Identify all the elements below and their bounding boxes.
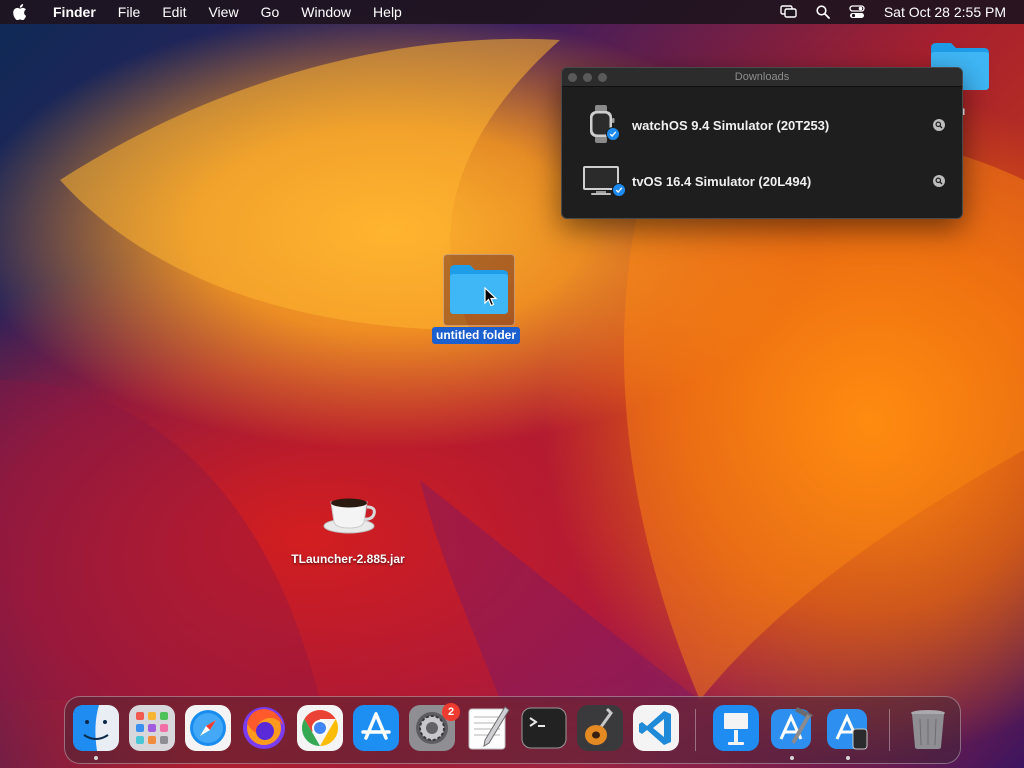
notification-badge: 2	[442, 703, 460, 721]
tlauncher-jar-file[interactable]	[322, 492, 378, 542]
menu-app-name[interactable]: Finder	[40, 0, 107, 24]
dock-separator	[889, 709, 890, 751]
app-store-icon	[353, 705, 399, 751]
show-in-finder-icon[interactable]	[933, 175, 945, 187]
spotlight-search-icon[interactable]	[806, 5, 840, 19]
menu-clock[interactable]: Sat Oct 28 2:55 PM	[874, 4, 1006, 20]
dock-app-store[interactable]	[353, 705, 399, 751]
apple-tv-icon	[582, 161, 626, 201]
download-item-watchos[interactable]: watchOS 9.4 Simulator (20T253)	[562, 102, 962, 148]
completed-check-icon	[606, 127, 620, 141]
dock-simulator[interactable]	[825, 705, 871, 751]
simulator-icon	[827, 709, 868, 750]
show-in-finder-icon[interactable]	[933, 119, 945, 131]
menu-window[interactable]: Window	[290, 0, 362, 24]
download-item-name: tvOS 16.4 Simulator (20L494)	[632, 173, 812, 189]
vscode-icon	[633, 705, 679, 751]
downloads-titlebar[interactable]: Downloads	[562, 68, 962, 87]
trash-icon	[911, 710, 945, 749]
keynote-icon	[713, 705, 759, 751]
launchpad-icon	[129, 705, 175, 751]
download-item-name: watchOS 9.4 Simulator (20T253)	[632, 117, 830, 133]
folder-icon	[450, 265, 508, 314]
untitled-folder-label[interactable]: untitled folder	[432, 327, 520, 344]
menu-help[interactable]: Help	[362, 0, 413, 24]
apple-menu-icon[interactable]	[0, 4, 40, 20]
garageband-icon	[577, 705, 623, 751]
java-coffee-cup-icon	[323, 498, 376, 534]
downloads-window: Downloads watchOS 9.4 Simulator (20T253)	[561, 67, 963, 219]
dock-textedit[interactable]	[465, 705, 511, 751]
textedit-icon	[468, 706, 510, 750]
apple-watch-icon	[582, 105, 624, 145]
running-indicator	[790, 756, 794, 760]
safari-icon	[185, 705, 231, 751]
dock-vscode[interactable]	[633, 705, 679, 751]
menu-view[interactable]: View	[197, 0, 249, 24]
dock-finder[interactable]	[73, 705, 119, 751]
dock-trash[interactable]	[905, 705, 951, 751]
untitled-folder[interactable]	[448, 262, 510, 318]
running-indicator	[846, 756, 850, 760]
downloads-window-title: Downloads	[734, 71, 790, 83]
dock-garageband[interactable]	[577, 705, 623, 751]
dock-chrome[interactable]	[297, 705, 343, 751]
dock-terminal[interactable]	[521, 705, 567, 751]
menu-edit[interactable]: Edit	[151, 0, 197, 24]
dock: 2	[64, 696, 961, 764]
firefox-icon	[243, 707, 285, 749]
menu-file[interactable]: File	[107, 0, 152, 24]
dock-firefox[interactable]	[241, 705, 287, 751]
dock-keynote[interactable]	[713, 705, 759, 751]
screen-mirroring-icon[interactable]	[772, 5, 806, 19]
dock-launchpad[interactable]	[129, 705, 175, 751]
running-indicator	[94, 756, 98, 760]
tlauncher-jar-label: TLauncher-2.885.jar	[291, 552, 405, 566]
completed-check-icon	[612, 183, 626, 197]
xcode-icon	[771, 707, 813, 749]
dock-separator	[695, 709, 696, 751]
chrome-icon	[297, 705, 343, 751]
dock-safari[interactable]	[185, 705, 231, 751]
dock-xcode[interactable]	[769, 705, 815, 751]
mouse-cursor-icon	[484, 287, 498, 307]
menu-bar: Finder File Edit View Go Window Help Sat…	[0, 0, 1024, 24]
menu-go[interactable]: Go	[250, 0, 291, 24]
finder-icon	[73, 705, 119, 751]
control-center-icon[interactable]	[840, 5, 874, 19]
terminal-icon	[521, 707, 567, 749]
download-item-tvos[interactable]: tvOS 16.4 Simulator (20L494)	[562, 158, 962, 204]
